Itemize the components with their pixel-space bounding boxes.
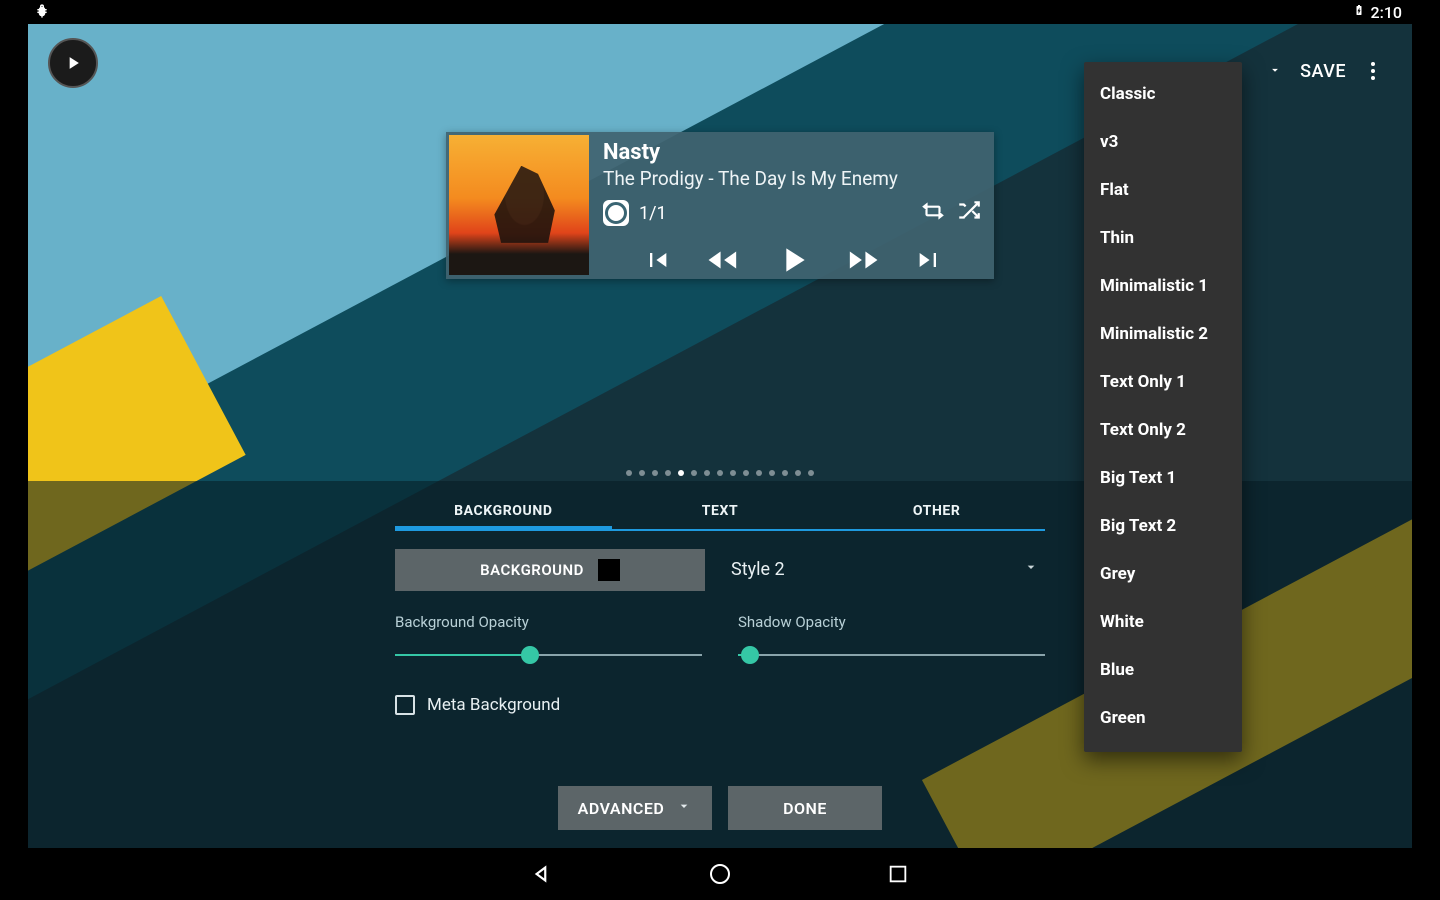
repeat-icon[interactable] bbox=[920, 198, 946, 228]
chevron-down-icon bbox=[676, 798, 692, 818]
disc-icon[interactable] bbox=[603, 200, 629, 226]
shuffle-icon[interactable] bbox=[956, 198, 982, 228]
track-subtitle: The Prodigy - The Day Is My Enemy bbox=[603, 167, 982, 190]
done-button[interactable]: DONE bbox=[728, 786, 882, 830]
background-color-button[interactable]: BACKGROUND bbox=[395, 549, 705, 591]
page-dot[interactable] bbox=[717, 470, 723, 476]
page-dot[interactable] bbox=[652, 470, 658, 476]
preset-text-only-2[interactable]: Text Only 2 bbox=[1084, 406, 1242, 454]
page-dot[interactable] bbox=[730, 470, 736, 476]
preset-grey[interactable]: Grey bbox=[1084, 550, 1242, 598]
widget-preview: Nasty The Prodigy - The Day Is My Enemy … bbox=[446, 132, 994, 279]
tab-background[interactable]: BACKGROUND bbox=[395, 503, 612, 529]
nav-back-icon[interactable] bbox=[528, 860, 556, 888]
done-label: DONE bbox=[783, 799, 827, 818]
save-button[interactable]: SAVE bbox=[1300, 61, 1346, 82]
background-color-label: BACKGROUND bbox=[480, 561, 584, 579]
preset-minimalistic-2[interactable]: Minimalistic 2 bbox=[1084, 310, 1242, 358]
preset-dropdown-caret-icon[interactable] bbox=[1268, 62, 1282, 81]
overflow-menu-icon[interactable] bbox=[1364, 62, 1382, 80]
preset-menu: Classicv3FlatThinMinimalistic 1Minimalis… bbox=[1084, 62, 1242, 752]
meta-bg-label: Meta Background bbox=[427, 695, 560, 715]
background-color-swatch bbox=[598, 559, 620, 581]
advanced-button[interactable]: ADVANCED bbox=[558, 786, 712, 830]
page-dot[interactable] bbox=[795, 470, 801, 476]
preset-blue[interactable]: Blue bbox=[1084, 646, 1242, 694]
tab-text[interactable]: TEXT bbox=[612, 503, 829, 529]
preset-big-text-2[interactable]: Big Text 2 bbox=[1084, 502, 1242, 550]
preset-green[interactable]: Green bbox=[1084, 694, 1242, 742]
page-dot[interactable] bbox=[808, 470, 814, 476]
chevron-down-icon bbox=[1023, 559, 1039, 580]
style-select[interactable]: Style 2 bbox=[723, 549, 1045, 591]
play-button[interactable] bbox=[773, 240, 813, 284]
preset-flat[interactable]: Flat bbox=[1084, 166, 1242, 214]
preset-big-text-1[interactable]: Big Text 1 bbox=[1084, 454, 1242, 502]
config-tabs: BACKGROUNDTEXTOTHER bbox=[395, 491, 1045, 531]
meta-bg-checkbox[interactable] bbox=[395, 695, 415, 715]
page-dot[interactable] bbox=[769, 470, 775, 476]
status-bar: 2:10 bbox=[28, 0, 1412, 24]
page-dot[interactable] bbox=[782, 470, 788, 476]
bg-opacity-slider[interactable] bbox=[395, 645, 702, 665]
tab-other[interactable]: OTHER bbox=[828, 503, 1045, 529]
nav-home-icon[interactable] bbox=[706, 860, 734, 888]
page-dot[interactable] bbox=[756, 470, 762, 476]
preset-white[interactable]: White bbox=[1084, 598, 1242, 646]
shadow-opacity-slider[interactable] bbox=[738, 645, 1045, 665]
track-title: Nasty bbox=[603, 140, 982, 165]
page-dot[interactable] bbox=[678, 470, 684, 476]
advanced-label: ADVANCED bbox=[578, 799, 665, 818]
style-selected-label: Style 2 bbox=[731, 559, 785, 580]
bg-opacity-label: Background Opacity bbox=[395, 613, 702, 631]
status-time: 2:10 bbox=[1371, 3, 1403, 22]
preset-classic[interactable]: Classic bbox=[1084, 70, 1242, 118]
page-indicator bbox=[626, 470, 814, 476]
preset-v3[interactable]: v3 bbox=[1084, 118, 1242, 166]
page-dot[interactable] bbox=[639, 470, 645, 476]
play-fab-button[interactable] bbox=[48, 38, 98, 88]
preset-text-only-1[interactable]: Text Only 1 bbox=[1084, 358, 1242, 406]
battery-charging-icon bbox=[1353, 1, 1365, 23]
android-nav-bar bbox=[28, 848, 1412, 900]
track-counter: 1/1 bbox=[639, 203, 667, 224]
forward-button[interactable] bbox=[847, 243, 881, 281]
nav-recents-icon[interactable] bbox=[884, 860, 912, 888]
page-dot[interactable] bbox=[743, 470, 749, 476]
page-dot[interactable] bbox=[665, 470, 671, 476]
skip-next-button[interactable] bbox=[915, 246, 943, 278]
preset-thin[interactable]: Thin bbox=[1084, 214, 1242, 262]
page-dot[interactable] bbox=[626, 470, 632, 476]
skip-prev-button[interactable] bbox=[643, 246, 671, 278]
shadow-opacity-label: Shadow Opacity bbox=[738, 613, 1045, 631]
rewind-button[interactable] bbox=[705, 243, 739, 281]
preset-minimalistic-1[interactable]: Minimalistic 1 bbox=[1084, 262, 1242, 310]
debug-icon bbox=[34, 2, 50, 24]
album-art[interactable] bbox=[449, 135, 589, 275]
page-dot[interactable] bbox=[691, 470, 697, 476]
page-dot[interactable] bbox=[704, 470, 710, 476]
